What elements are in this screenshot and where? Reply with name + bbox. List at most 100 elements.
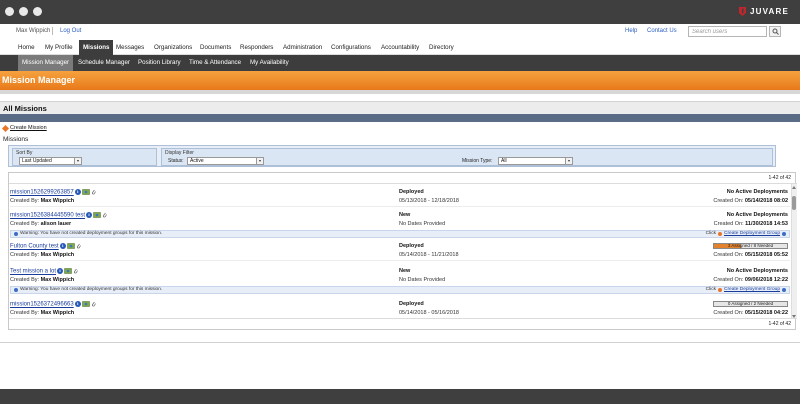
row-divider: [10, 206, 790, 207]
nav-home[interactable]: Home: [18, 40, 35, 55]
filter-panel: Sort By Last Updated Display Filter Stat…: [8, 145, 776, 167]
mission-dates: No Dates Provided: [399, 277, 446, 283]
divider: [0, 90, 800, 94]
section-divider: [0, 114, 800, 122]
plus-icon: [718, 288, 722, 292]
nav-responders[interactable]: Responders: [240, 40, 273, 55]
nav-administration[interactable]: Administration: [283, 40, 322, 55]
mission-status: New: [399, 212, 411, 218]
missions-scroll-area[interactable]: mission1526299263857 i Created By: Max Wi…: [9, 183, 797, 319]
chevron-down-icon: [74, 158, 81, 164]
mission-link[interactable]: mission1526384445590 test: [10, 213, 85, 219]
sort-by-select[interactable]: Last Updated: [19, 157, 82, 165]
nav-missions[interactable]: Missions: [79, 40, 114, 55]
map-icon[interactable]: [64, 268, 72, 274]
status-select[interactable]: Active: [187, 157, 264, 165]
map-icon[interactable]: [81, 189, 90, 195]
created-by: Created By: Max Wippich: [10, 277, 74, 283]
mission-link[interactable]: Test mission a lot: [10, 269, 56, 275]
create-deployment-group-link[interactable]: Create Deployment Group: [724, 231, 780, 237]
window-footer: [0, 389, 800, 404]
map-icon[interactable]: [93, 212, 101, 218]
mission-status: New: [399, 268, 411, 274]
info-icon[interactable]: i: [86, 212, 93, 218]
close-window-button[interactable]: [5, 7, 14, 16]
nav-organizations[interactable]: Organizations: [154, 40, 192, 55]
created-by-value: Max Wippich: [40, 277, 75, 283]
created-by: Created By: Max Wippich: [10, 198, 74, 204]
subnav-my-availability[interactable]: My Availability: [250, 55, 289, 71]
logout-link[interactable]: Log Out: [60, 28, 81, 34]
page-title-bar: Mission Manager: [0, 71, 800, 90]
sort-by-box: Sort By Last Updated: [12, 148, 157, 166]
create-mission-action[interactable]: Create Mission: [1, 124, 47, 132]
nav-accountability[interactable]: Accountability: [381, 40, 419, 55]
nav-my-profile[interactable]: My Profile: [45, 40, 73, 55]
contact-us-link[interactable]: Contact Us: [647, 28, 677, 34]
minimize-window-button[interactable]: [19, 7, 28, 16]
mission-type-label: Mission Type:: [462, 158, 493, 164]
info-icon[interactable]: i: [59, 243, 66, 249]
info-icon[interactable]: i: [74, 301, 81, 307]
scrollbar[interactable]: [791, 184, 797, 318]
created-by-label: Created By:: [10, 198, 40, 204]
main-navigation: Home My Profile Missions Messages Organi…: [0, 40, 800, 55]
search-users-input[interactable]: [688, 26, 767, 37]
help-link[interactable]: Help: [625, 28, 637, 34]
attachment-icon[interactable]: [91, 301, 96, 307]
map-icon[interactable]: [81, 301, 90, 307]
search-button[interactable]: [769, 26, 781, 37]
subnav-mission-manager[interactable]: Mission Manager: [18, 55, 74, 71]
mission-type-value: All: [501, 158, 507, 164]
juvare-logo-icon: [738, 7, 746, 16]
scroll-up-icon[interactable]: [792, 186, 796, 189]
attachment-icon[interactable]: [73, 268, 78, 274]
nav-documents[interactable]: Documents: [200, 40, 231, 55]
mission-link[interactable]: Fulton County test: [10, 244, 59, 250]
created-on-label: Created On:: [713, 277, 744, 283]
subnav-time-attendance[interactable]: Time & Attendance: [189, 55, 241, 71]
created-by: Created By: Max Wippich: [10, 252, 74, 258]
mission-type-select[interactable]: All: [498, 157, 573, 165]
create-deployment-group-link[interactable]: Create Deployment Group: [724, 287, 780, 293]
brand-name: JUVARE: [749, 7, 789, 16]
subnav-schedule-manager[interactable]: Schedule Manager: [78, 55, 130, 71]
nav-messages[interactable]: Messages: [116, 40, 144, 55]
created-by-label: Created By:: [10, 310, 40, 316]
sort-by-value: Last Updated: [22, 158, 52, 164]
created-on-label: Created On:: [713, 221, 744, 227]
maximize-window-button[interactable]: [33, 7, 42, 16]
scrollbar-thumb[interactable]: [792, 196, 796, 210]
mission-status: Deployed: [399, 189, 424, 195]
attachment-icon[interactable]: [91, 189, 96, 195]
info-icon[interactable]: i: [57, 268, 64, 274]
warning-action: Click Create Deployment Group: [706, 287, 786, 293]
staffing-progress-label: 3 Assigned / 8 Needed: [727, 243, 774, 248]
help-icon[interactable]: [782, 232, 786, 236]
scroll-down-icon[interactable]: [792, 315, 796, 318]
mission-name: Fulton County test i: [10, 243, 81, 250]
nav-configurations[interactable]: Configurations: [331, 40, 371, 55]
window-titlebar: JUVARE: [0, 0, 800, 24]
missions-subnavigation: Mission Manager Schedule Manager Positio…: [0, 55, 800, 71]
map-icon[interactable]: [66, 243, 75, 249]
subnav-position-library[interactable]: Position Library: [138, 55, 181, 71]
created-by-label: Created By:: [10, 221, 40, 227]
help-icon[interactable]: [782, 288, 786, 292]
warning-action: Click Create Deployment Group: [706, 231, 786, 237]
mission-link[interactable]: mission1526299263857: [10, 190, 74, 196]
attachment-icon[interactable]: [76, 243, 81, 249]
nav-directory[interactable]: Directory: [429, 40, 454, 55]
search-icon: [772, 28, 779, 35]
info-icon[interactable]: i: [74, 189, 81, 195]
create-mission-link[interactable]: Create Mission: [10, 125, 47, 131]
mission-link[interactable]: mission1526372496663: [10, 302, 74, 308]
attachment-icon[interactable]: [102, 212, 107, 218]
info-icon: [14, 288, 18, 292]
created-by-value: Max Wippich: [40, 198, 75, 204]
staffing-progress-bar: 3 Assigned / 8 Needed: [713, 243, 788, 249]
staffing-progress-label: 0 Assigned / 2 Needed: [727, 301, 774, 306]
plus-icon: [718, 232, 722, 236]
mission-name: Test mission a lot i: [10, 268, 78, 275]
created-on: Created On: 05/14/2018 08:02: [713, 198, 788, 204]
